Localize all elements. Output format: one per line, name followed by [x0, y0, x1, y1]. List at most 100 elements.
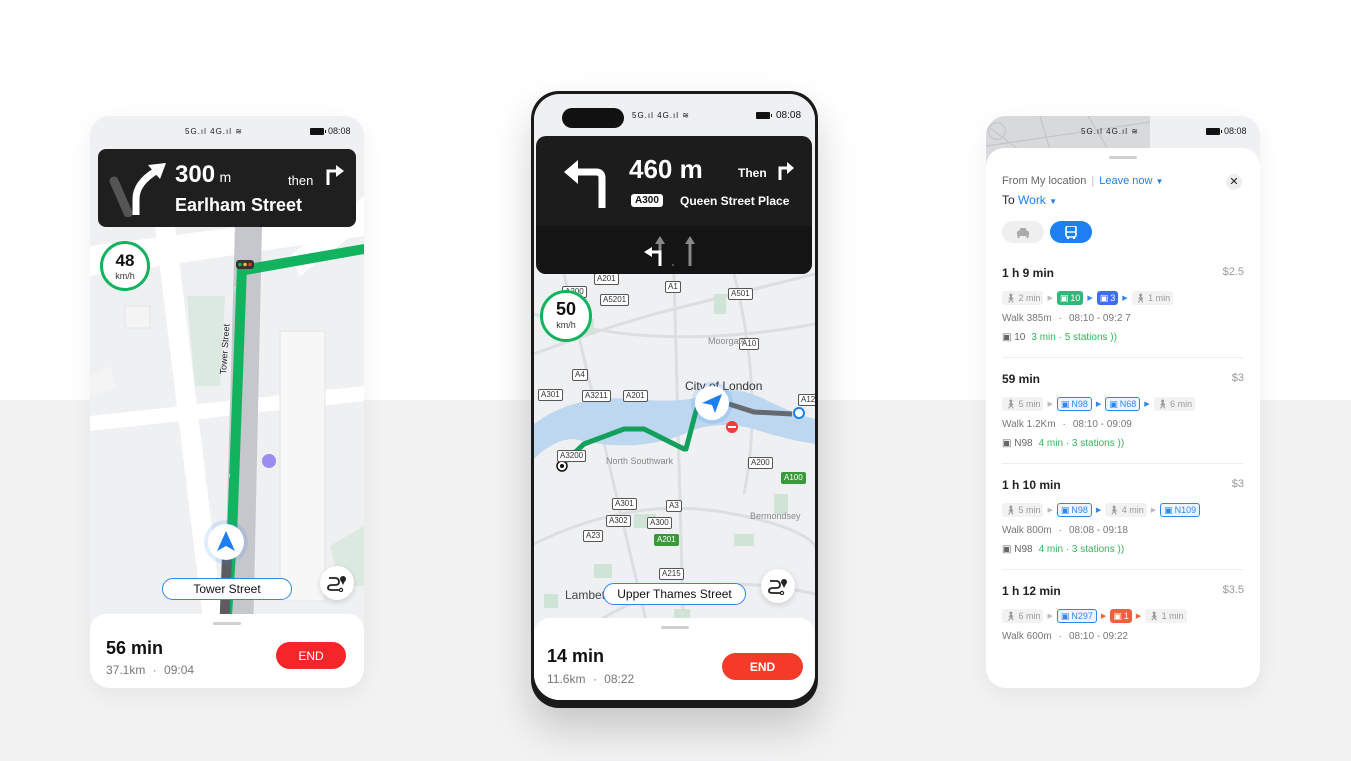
turn-right-arrow-icon	[326, 165, 344, 185]
right-phone-screen: 5G.ıl 4G.ıl ≋ 08:08 From My location | Lea…	[986, 116, 1260, 688]
walk-icon: 🚶︎	[1134, 293, 1147, 303]
live-line: 10	[1014, 332, 1026, 343]
destination-row: To Work ▼	[1002, 193, 1057, 207]
route-overview-button[interactable]	[320, 566, 354, 600]
leg-label: 10	[1070, 293, 1081, 303]
leg-chip: 🚶︎ 5 min	[1002, 503, 1044, 517]
road-label: A1	[665, 281, 681, 293]
dropdown-caret-icon: ▼	[1049, 197, 1058, 206]
bear-right-arrow-icon	[109, 163, 166, 217]
leg-arrow-icon: ▶	[1047, 613, 1053, 620]
leg-chip: ▣ N109	[1160, 503, 1201, 517]
close-button[interactable]: ✕	[1226, 174, 1242, 190]
option-duration: 1 h 12 min	[1002, 584, 1061, 598]
navigation-arrow-icon	[217, 531, 235, 551]
turn-left-arrow-icon	[564, 160, 606, 208]
option-price: $3.5	[1222, 584, 1244, 596]
sheet-handle[interactable]	[213, 622, 241, 625]
leg-chip: 🚶︎ 5 min	[1002, 397, 1044, 411]
bus-icon: ▣	[1060, 399, 1070, 409]
eta-duration: 56 min	[106, 638, 164, 658]
option-price: $3	[1231, 478, 1244, 490]
route-legs: 🚶︎ 2 min ▶ ▣ 10 ▶ ▣ 3 ▶ 🚶︎ 1 min	[1002, 291, 1174, 305]
dropdown-caret-icon: ▼	[1155, 177, 1164, 186]
leg-arrow-icon: ▶	[1095, 507, 1102, 514]
leg-label: 6 min	[1170, 399, 1193, 409]
instruction-street: Earlham Street	[175, 195, 303, 215]
separator-dot: ·	[592, 672, 597, 686]
leg-arrow-icon: ▶	[1135, 613, 1142, 620]
leg-label: 3	[1110, 293, 1116, 303]
road-label: A23	[583, 530, 604, 542]
battery-icon	[756, 112, 772, 119]
option-price: $3	[1231, 372, 1244, 384]
live-arrival-text: 4 min · 3 stations	[1038, 544, 1115, 555]
route-legs: 🚶︎ 5 min ▶ ▣ N98 ▶ ▣ N68 ▶ 🚶︎ 6 min	[1002, 397, 1196, 411]
bus-icon: ▣	[1109, 399, 1118, 409]
destination-selector[interactable]: Work ▼	[1018, 193, 1057, 207]
navigation-instruction-card: 300 m Earlham Street then	[98, 149, 356, 227]
close-icon: ✕	[1229, 176, 1239, 188]
live-signal-icon: ))	[1110, 332, 1117, 343]
walk-icon: 🚶︎	[1005, 293, 1017, 303]
leg-chip: 🚶︎ 6 min	[1153, 397, 1196, 411]
eta-duration: 14 min	[547, 646, 605, 666]
leg-label: N297	[1071, 611, 1093, 621]
leg-label: 1 min	[1148, 293, 1171, 303]
sheet-handle[interactable]	[1109, 156, 1137, 159]
battery-icon	[310, 128, 326, 135]
route-option[interactable]: 59 min $3 🚶︎ 5 min ▶ ▣ N98 ▶ ▣ N68 ▶ 🚶︎ 6 min Walk 1.…	[1002, 364, 1244, 464]
leg-chip: 🚶︎ 1 min	[1131, 291, 1174, 305]
instruction-distance: 300	[175, 161, 216, 188]
leg-label: 2 min	[1018, 293, 1041, 303]
departure-time-selector[interactable]: Leave now ▼	[1099, 175, 1163, 187]
eta-distance: 37.1km	[106, 663, 146, 677]
bus-icon: ▣	[1002, 332, 1012, 343]
walk-distance: Walk 385m	[1002, 313, 1052, 324]
mode-transit-tab[interactable]	[1050, 221, 1092, 243]
leg-label: 1	[1123, 611, 1129, 621]
bus-icon: ▣	[1099, 293, 1109, 303]
mode-car-tab[interactable]	[1002, 221, 1044, 243]
option-duration: 1 h 9 min	[1002, 266, 1055, 280]
route-option[interactable]: 1 h 12 min $3.5 🚶︎ 6 min ▶ ▣ N297 ▶ ▣ 1 ▶ 🚶︎ 1 min Wa…	[1002, 576, 1244, 676]
walk-distance: Walk 600m	[1002, 631, 1052, 642]
leg-chip: ▣ N98	[1056, 397, 1092, 411]
bus-icon: ▣	[1164, 505, 1173, 515]
status-bar: 5G.ıl 4G.ıl ≋ 08:08	[986, 116, 1260, 148]
leg-arrow-icon: ▶	[1122, 295, 1128, 302]
option-duration: 59 min	[1002, 372, 1041, 386]
trip-times: 08:10 - 09:2 7	[1069, 313, 1131, 324]
walk-distance: Walk 800m	[1002, 525, 1052, 536]
live-arrival-text: 4 min · 3 stations	[1038, 438, 1115, 449]
route-option[interactable]: 1 h 9 min $2.5 🚶︎ 2 min ▶ ▣ 10 ▶ ▣ 3 ▶ 🚶︎ 1 min Walk …	[1002, 258, 1244, 358]
walk-icon: 🚶︎	[1005, 505, 1017, 515]
road-label: A201	[594, 273, 619, 285]
route-overview-button[interactable]	[761, 569, 795, 603]
sheet-handle[interactable]	[660, 626, 689, 629]
separator-dot: ·	[1058, 631, 1062, 642]
destination-label: Work	[1018, 193, 1046, 207]
speed-indicator: 48 km/h	[100, 241, 150, 291]
leg-label: 1 min	[1161, 611, 1184, 621]
instruction-street: Queen Street Place	[680, 194, 790, 208]
trip-times: 08:10 - 09:22	[1069, 631, 1128, 642]
walk-icon: 🚶︎	[1108, 505, 1120, 515]
route-option[interactable]: 1 h 10 min $3 🚶︎ 5 min ▶ ▣ N98 ▶ 🚶︎ 4 min ▶ ▣ N109 Wa…	[1002, 470, 1244, 570]
left-phone-screen: ↑ ↑ Tower Street 5G.ıl 4G.ıl ≋ 08:08 300…	[90, 116, 364, 688]
leg-chip: ▣ N68	[1105, 397, 1141, 411]
origin-label[interactable]: From My location	[1002, 175, 1086, 187]
current-street-pill: Upper Thames Street	[603, 583, 746, 605]
end-navigation-button[interactable]: END	[276, 642, 346, 669]
place-label: Lambeth	[565, 588, 605, 602]
walk-distance: Walk 1.2Km	[1002, 419, 1056, 430]
live-signal-icon: ))	[1117, 438, 1125, 449]
svg-text:↑: ↑	[228, 473, 232, 480]
battery-icon	[1206, 128, 1222, 135]
road-label: A301	[612, 498, 637, 510]
speed-unit: km/h	[115, 271, 135, 281]
live-arrival: 4 min · 3 stations ))	[1039, 544, 1125, 555]
leg-arrow-icon: ▶	[1150, 507, 1157, 514]
end-navigation-button[interactable]: END	[722, 653, 803, 680]
leg-chip: ▣ N98	[1056, 503, 1092, 517]
